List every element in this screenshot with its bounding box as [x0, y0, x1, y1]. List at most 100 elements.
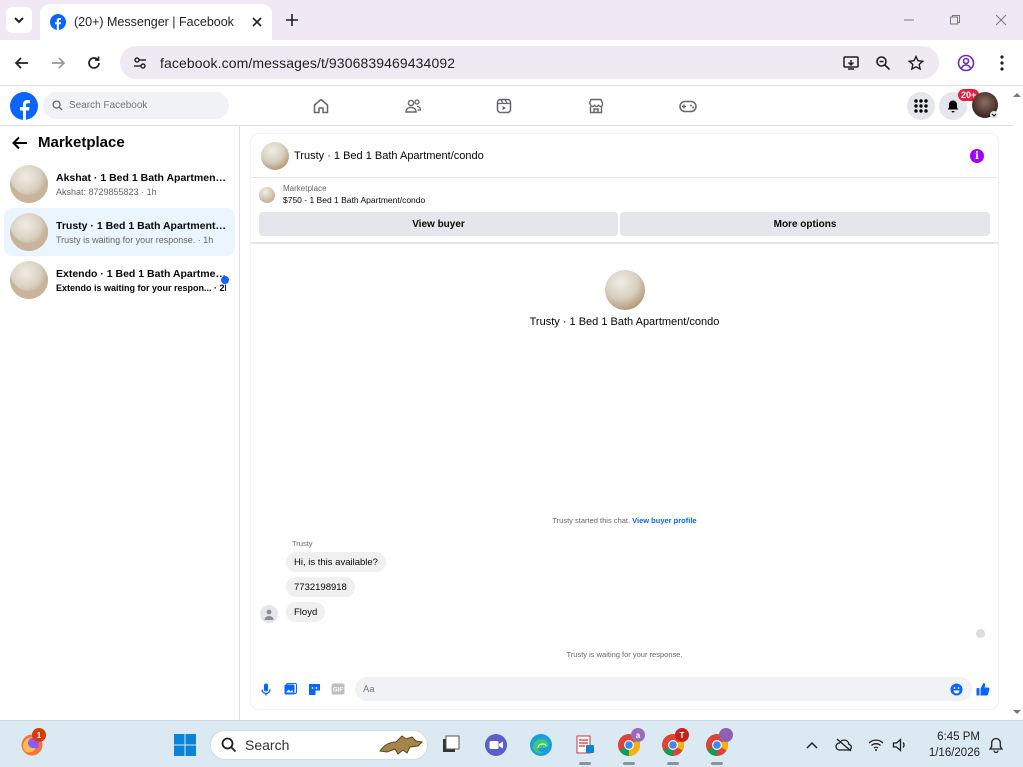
- browser-tab-active[interactable]: (20+) Messenger | Facebook: [40, 4, 272, 40]
- buyer-profile-avatar[interactable]: [605, 270, 645, 310]
- menu-button[interactable]: [907, 92, 935, 120]
- notification-center-button[interactable]: [987, 736, 1005, 754]
- windows-logo-icon: [174, 734, 196, 756]
- chrome-menu-button[interactable]: [989, 50, 1015, 76]
- search-icon: [221, 737, 237, 753]
- restore-window-button[interactable]: [945, 10, 965, 30]
- marketplace-title: Marketplace: [38, 134, 125, 151]
- close-icon: [995, 14, 1007, 26]
- profile-icon: [957, 54, 975, 72]
- account-chevron-icon[interactable]: [990, 111, 998, 119]
- volume-status[interactable]: [891, 736, 909, 754]
- message-composer: GIF: [251, 677, 998, 701]
- sticker-button[interactable]: [307, 682, 321, 696]
- star-icon: [908, 55, 924, 71]
- more-options-button[interactable]: More options: [620, 212, 990, 236]
- attach-photo-button[interactable]: [283, 682, 297, 696]
- reload-button[interactable]: [81, 50, 107, 76]
- conversation-preview: Trusty is waiting for your response. · 1…: [56, 234, 214, 245]
- app-document-icon: [576, 735, 594, 754]
- install-app-button[interactable]: [838, 50, 864, 76]
- minimize-window-button[interactable]: [899, 10, 919, 30]
- close-window-button[interactable]: [991, 10, 1011, 30]
- message-input[interactable]: [355, 677, 972, 701]
- scroll-down-arrow-icon[interactable]: [1012, 707, 1022, 717]
- forward-button[interactable]: [45, 50, 71, 76]
- facebook-search-input[interactable]: [69, 100, 219, 111]
- scroll-up-arrow-icon[interactable]: [1012, 90, 1022, 100]
- tab-search-button[interactable]: [6, 7, 32, 33]
- conversation-avatar: [10, 213, 48, 251]
- conversation-preview: Extendo is waiting for your respon... · …: [56, 282, 226, 293]
- plus-icon: [286, 14, 298, 26]
- view-buyer-profile-link[interactable]: View buyer profile: [632, 516, 696, 525]
- taskbar-edge[interactable]: [528, 732, 554, 758]
- chat-started-notice: Trusty started this chat. View buyer pro…: [251, 516, 998, 525]
- message-bubble[interactable]: Hi, is this available?: [286, 552, 386, 572]
- start-button[interactable]: [172, 732, 198, 758]
- tab-title: (20+) Messenger | Facebook: [74, 15, 234, 29]
- conversation-info-button[interactable]: i: [970, 149, 984, 163]
- conversation-item-trusty[interactable]: Trusty · 1 Bed 1 Bath Apartment/co... Tr…: [4, 208, 235, 256]
- close-tab-icon[interactable]: [252, 17, 262, 27]
- facebook-search-box[interactable]: [43, 92, 229, 119]
- address-bar[interactable]: facebook.com/messages/t/9306839469434092: [120, 46, 939, 79]
- send-like-button[interactable]: [976, 682, 990, 696]
- search-icon: [52, 100, 63, 111]
- conversation-item-akshat[interactable]: Akshat · 1 Bed 1 Bath Apartment/c... Aks…: [4, 160, 235, 208]
- gaming-icon: [679, 100, 697, 113]
- gif-icon: GIF: [331, 683, 345, 695]
- onedrive-status[interactable]: [835, 736, 853, 754]
- arrow-left-icon: [14, 57, 28, 69]
- kebab-menu-icon: [1000, 55, 1004, 71]
- sticker-icon: [308, 683, 320, 695]
- bookmark-button[interactable]: [903, 50, 929, 76]
- edge-icon: [530, 734, 552, 756]
- new-tab-button[interactable]: [282, 10, 302, 30]
- profile-button[interactable]: [953, 50, 979, 76]
- search-highlight-dinosaur-icon: [379, 735, 424, 755]
- nav-video[interactable]: [494, 96, 514, 116]
- chevron-up-icon: [806, 741, 818, 749]
- friends-icon: [405, 99, 422, 113]
- conversation-name: Trusty · 1 Bed 1 Bath Apartment/co...: [56, 219, 226, 232]
- nav-home[interactable]: [311, 96, 331, 116]
- taskbar-teams-meet[interactable]: [483, 732, 509, 758]
- chat-title[interactable]: Trusty · 1 Bed 1 Bath Apartment/condo: [294, 150, 484, 162]
- facebook-logo[interactable]: [10, 92, 38, 120]
- taskbar-file-app[interactable]: [572, 732, 598, 758]
- message-bubble[interactable]: 7732198918: [286, 577, 355, 597]
- emoji-icon: [950, 683, 962, 695]
- back-arrow-icon[interactable]: [12, 136, 28, 150]
- nav-friends[interactable]: [403, 96, 423, 116]
- conversation-avatar: [10, 261, 48, 299]
- chrome-profile-badge: [719, 728, 733, 742]
- url-text[interactable]: facebook.com/messages/t/9306839469434092: [160, 55, 455, 71]
- listing-category: Marketplace: [283, 184, 327, 193]
- back-button[interactable]: [9, 50, 35, 76]
- site-settings-icon[interactable]: [132, 55, 148, 71]
- emoji-button[interactable]: [949, 682, 963, 696]
- view-buyer-button[interactable]: View buyer: [259, 212, 618, 236]
- install-icon: [843, 56, 859, 70]
- conversation-item-extendo[interactable]: Extendo · 1 Bed 1 Bath Apartmen... Exten…: [4, 256, 235, 304]
- windows-taskbar: 1 Search a T 6:45 PM 1/16/2026: [0, 720, 1023, 767]
- chat-header-avatar[interactable]: [261, 141, 289, 170]
- taskbar-clock[interactable]: 6:45 PM 1/16/2026: [918, 729, 980, 761]
- nav-marketplace[interactable]: [586, 96, 606, 116]
- nav-gaming[interactable]: [678, 96, 698, 116]
- taskbar-search[interactable]: Search: [210, 730, 428, 760]
- firefox-notification-badge: 1: [32, 728, 46, 742]
- show-hidden-icons-button[interactable]: [803, 736, 821, 754]
- gif-button[interactable]: GIF: [331, 682, 345, 696]
- video-icon: [496, 98, 512, 114]
- chrome-profile-badge: a: [631, 728, 645, 742]
- voice-clip-button[interactable]: [259, 682, 273, 696]
- network-status[interactable]: [867, 736, 885, 754]
- person-icon: [264, 609, 274, 620]
- message-bubble[interactable]: Floyd: [286, 602, 326, 622]
- listing-summary[interactable]: Marketplace $750 - 1 Bed 1 Bath Apartmen…: [259, 184, 425, 205]
- taskbar-task-view[interactable]: [438, 732, 464, 758]
- zoom-button[interactable]: [870, 50, 896, 76]
- unread-indicator: [221, 276, 229, 284]
